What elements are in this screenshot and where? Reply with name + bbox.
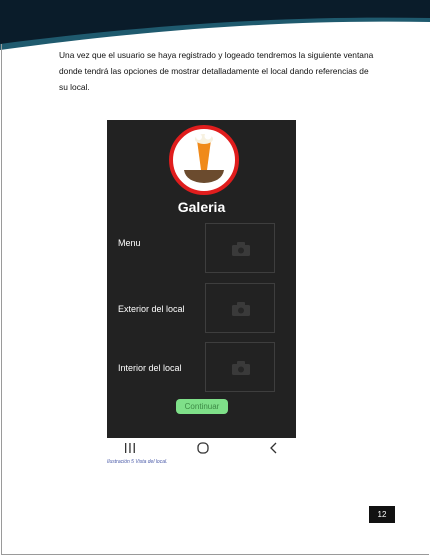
intro-paragraph: Una vez que el usuario se haya registrad… xyxy=(59,50,374,92)
page-header-banner xyxy=(0,0,430,52)
menu-label: Menu xyxy=(118,238,141,248)
camera-icon xyxy=(232,242,250,256)
interior-photo-upload[interactable] xyxy=(205,342,275,392)
figure-caption: Ilustración 5 Vista del local. xyxy=(107,459,168,465)
page-border xyxy=(1,44,2,555)
android-nav-bar xyxy=(107,438,296,460)
page-number: 12 xyxy=(369,506,395,523)
gallery-title: Galeria xyxy=(177,199,226,215)
camera-icon xyxy=(232,361,250,375)
home-icon[interactable] xyxy=(196,441,210,455)
exterior-label: Exterior del local xyxy=(118,304,185,314)
camera-icon xyxy=(232,302,250,316)
page-border-bottom xyxy=(1,554,429,555)
app-screenshot: Galeria Menu Exterior del local Interior… xyxy=(107,120,296,438)
beer-mug-logo-icon xyxy=(168,124,240,196)
back-icon[interactable] xyxy=(267,441,281,455)
exterior-photo-upload[interactable] xyxy=(205,283,275,333)
recent-apps-icon[interactable] xyxy=(123,441,137,455)
interior-label: Interior del local xyxy=(118,363,182,373)
menu-photo-upload[interactable] xyxy=(205,223,275,273)
continue-button[interactable]: Continuar xyxy=(176,399,228,414)
